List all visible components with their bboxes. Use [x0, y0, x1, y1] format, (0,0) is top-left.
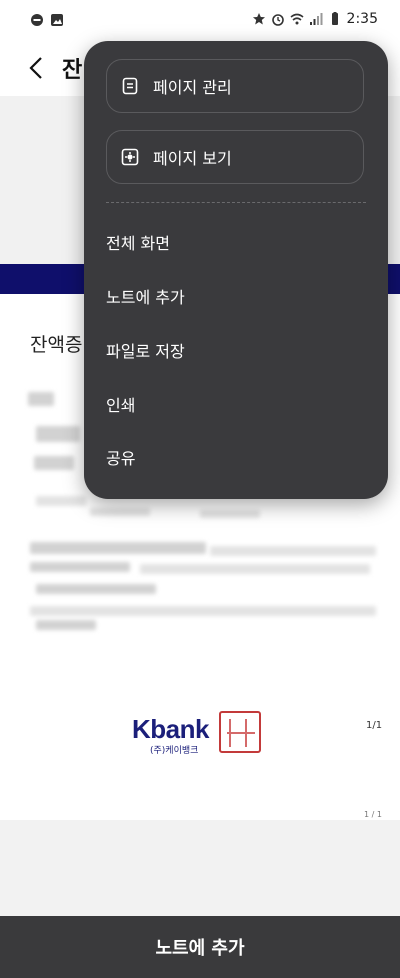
page-number: 1/1 [366, 720, 383, 731]
page-list-icon [122, 77, 138, 95]
brand-logo-text: Kbank [132, 714, 209, 744]
redacted-text [30, 542, 206, 554]
page-view-icon [121, 148, 139, 166]
redacted-text [34, 456, 74, 470]
add-to-note-bar[interactable]: 노트에 추가 [0, 916, 400, 978]
menu-card-label: 페이지 관리 [153, 78, 232, 97]
redacted-text [210, 546, 376, 556]
redacted-text [36, 584, 156, 594]
redacted-text [28, 392, 54, 406]
menu-item-save-as-file[interactable]: 파일로 저장 [106, 330, 366, 370]
redacted-text [140, 564, 370, 574]
redacted-text [36, 426, 80, 442]
menu-item-add-to-note[interactable]: 노트에 추가 [106, 276, 366, 316]
status-left-icons [30, 13, 64, 27]
brand-logo: Kbank (주)케이뱅크 [132, 714, 212, 756]
star-icon [252, 13, 265, 25]
status-right-icons: 2:35 [252, 11, 378, 27]
redacted-text [30, 562, 130, 572]
menu-item-print[interactable]: 인쇄 [106, 384, 366, 424]
back-button[interactable] [20, 52, 52, 84]
wifi-icon [290, 13, 304, 25]
document-heading: 잔액증 [30, 334, 83, 356]
add-to-note-button[interactable]: 노트에 추가 [155, 934, 244, 960]
menu-card-label: 페이지 보기 [153, 149, 232, 168]
redacted-text [200, 510, 260, 518]
battery-icon [331, 12, 338, 25]
redacted-text [30, 606, 376, 616]
redacted-text [36, 620, 96, 630]
page-title: 잔 [62, 58, 83, 83]
overflow-menu: 페이지 관리 페이지 보기 전체 화면 노트에 추가 파일로 저장 인쇄 공유 [84, 41, 388, 499]
company-seal-stamp [219, 711, 261, 753]
status-time: 2:35 [346, 11, 378, 27]
alarm-icon [271, 14, 284, 26]
back-arrow-icon [29, 57, 42, 79]
menu-divider [106, 202, 366, 203]
redacted-text [36, 496, 86, 506]
menu-card-page-manage[interactable]: 페이지 관리 [106, 59, 364, 113]
gallery-icon [51, 14, 63, 26]
signal-icon [309, 13, 323, 25]
menu-item-full-screen[interactable]: 전체 화면 [106, 222, 366, 262]
redacted-text [90, 508, 150, 516]
menu-item-share[interactable]: 공유 [106, 437, 366, 477]
menu-card-page-view[interactable]: 페이지 보기 [106, 130, 364, 184]
do-not-disturb-icon [31, 14, 43, 26]
page-number-footer: 1 / 1 [364, 810, 382, 819]
status-bar: 2:35 [0, 0, 400, 40]
